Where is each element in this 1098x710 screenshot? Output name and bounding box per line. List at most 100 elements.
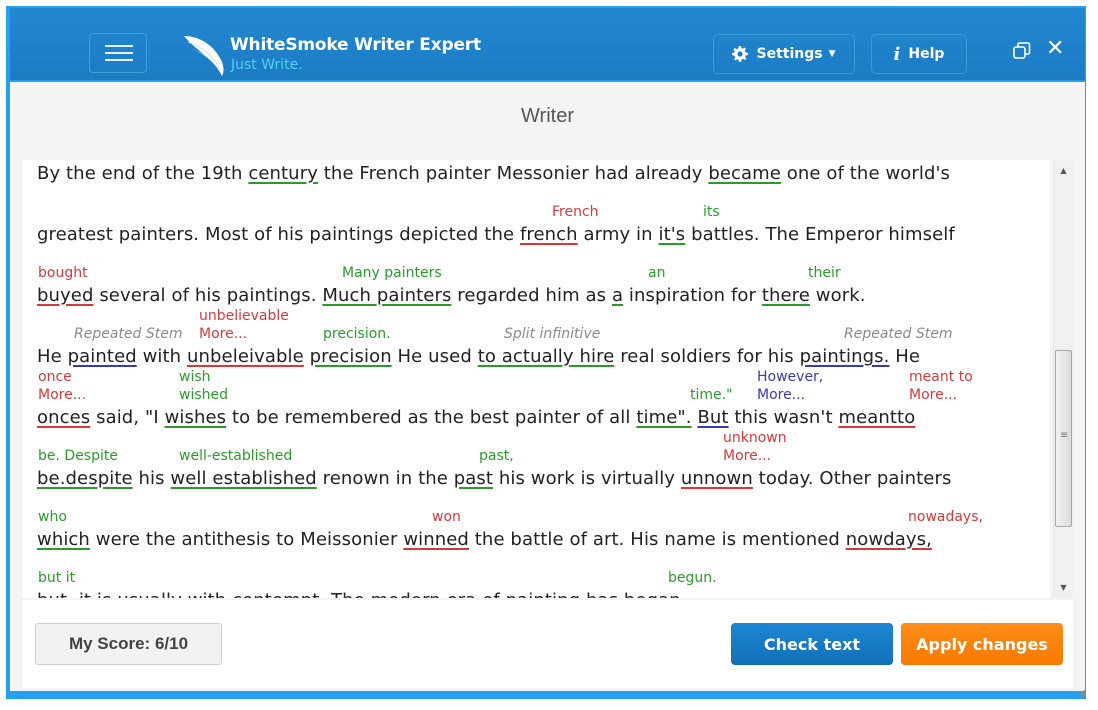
suggestion-link[interactable]: French [552,204,599,221]
flagged-word[interactable]: unbeleivable [187,346,304,367]
flagged-word[interactable]: century [248,163,318,184]
menu-button[interactable] [89,33,147,73]
help-label: Help [908,46,945,62]
text-editor[interactable]: By the end of the 19th century the Frenc… [22,160,1050,598]
suggestion-link[interactable]: precision. [323,326,391,343]
scroll-up-arrow-icon[interactable]: ▲ [1054,166,1073,175]
suggestion-link[interactable]: but it [38,570,75,587]
caret-down-icon: ▼ [828,49,836,59]
suggestion-link[interactable]: More... [723,448,771,465]
flagged-word[interactable]: paintings. [800,346,890,367]
suggestion-link[interactable]: their [808,265,841,282]
text-run: several of his paintings. [93,285,323,306]
flagged-word[interactable]: time". [636,407,691,428]
flagged-word[interactable]: meantto [838,407,915,428]
text-line[interactable]: He painted with unbeleivable precision H… [37,346,920,367]
flagged-word[interactable]: onces [37,407,90,428]
text-run: He [37,346,68,367]
text-run: real soldiers for his [614,346,800,367]
flagged-word[interactable]: But [697,407,728,428]
app-title: WhiteSmoke Writer Expert [230,35,481,55]
suggestion-link[interactable]: More... [757,387,805,404]
suggestion-link[interactable]: Many painters [342,265,442,282]
help-button[interactable]: i Help [871,34,967,74]
flagged-word[interactable]: past [454,468,493,489]
text-run: his [132,468,171,489]
suggestion-link[interactable]: wish [179,369,211,386]
suggestion-link[interactable]: an [648,265,665,282]
suggestion-link[interactable]: won [432,509,461,526]
my-score-button[interactable]: My Score: 6/10 [35,623,222,665]
feather-icon [184,36,224,76]
flagged-word[interactable]: well established [170,468,316,489]
text-run: work. [809,285,866,306]
hamburger-icon [105,52,133,54]
scroll-down-arrow-icon[interactable]: ▼ [1054,583,1073,592]
suggestion-link[interactable]: well-established [179,448,292,465]
text-run: renown in the [316,468,454,489]
flagged-word[interactable]: there [762,285,810,306]
flagged-word[interactable]: it's [658,224,685,245]
text-run: today. Other painters [752,468,952,489]
grip-icon: ≡ [1060,430,1069,441]
suggestion-link[interactable]: begun. [668,570,717,587]
flagged-word[interactable]: painted [68,346,137,367]
apply-changes-button[interactable]: Apply changes [901,623,1063,665]
suggestion-link[interactable]: time." [690,387,733,404]
flagged-word[interactable]: to actually hire [478,346,615,367]
vertical-scrollbar[interactable]: ▲ ≡ ▼ [1053,160,1073,598]
text-run: to be remembered as the best painter of … [226,407,637,428]
flagged-word[interactable]: unnown [681,468,753,489]
text-line[interactable]: By the end of the 19th century the Frenc… [37,163,950,184]
settings-label: Settings [756,46,823,62]
flagged-word[interactable]: french [520,224,578,245]
flagged-word[interactable]: a [612,285,623,306]
restore-window-icon[interactable] [1012,41,1032,61]
suggestion-link[interactable]: its [703,204,720,221]
suggestion-link[interactable]: be. Despite [38,448,118,465]
suggestion-link[interactable]: bought [38,265,88,282]
flagged-word[interactable]: buyed [37,285,94,306]
text-line[interactable]: which were the antithesis to Meissonier … [37,529,932,550]
suggestion-link[interactable]: More... [38,387,86,404]
suggestion-link[interactable]: once [38,369,72,386]
settings-button[interactable]: Settings ▼ [713,34,855,74]
suggestion-link[interactable]: unknown [723,430,787,447]
text-run: He [889,346,921,367]
suggestion-link[interactable]: past, [479,448,514,465]
text-run: were the antithesis to Meissonier [89,529,404,550]
text-line[interactable]: buyed several of his paintings. Much pai… [37,285,866,306]
scrollbar-thumb[interactable]: ≡ [1055,350,1072,527]
flagged-word[interactable]: winned [403,529,469,550]
suggestion-link[interactable]: meant to [909,369,973,386]
text-run: battles. The Emperor himself [685,224,955,245]
text-run: By the end of the 19th [37,163,249,184]
flagged-word[interactable]: became [708,163,781,184]
text-run: He used [391,346,478,367]
text-line[interactable]: but, it is usually with contempt. The mo… [37,590,681,598]
text-run: inspiration for [623,285,762,306]
text-run: the battle of art. His name is mentioned [468,529,846,550]
text-line[interactable]: onces said, "I wishes to be remembered a… [37,407,915,428]
flagged-word[interactable]: Much painters [322,285,451,306]
suggestion-link[interactable]: unbelievable [199,308,289,325]
suggestion-link[interactable]: More... [199,326,247,343]
suggestion-link[interactable]: More... [909,387,957,404]
flagged-word[interactable]: nowdays, [846,529,932,550]
flagged-word[interactable]: be.despite [37,468,133,489]
check-text-button[interactable]: Check text [731,623,893,665]
flagged-word[interactable]: precision [310,346,392,367]
close-icon[interactable]: ✕ [1046,38,1064,60]
suggestion-link[interactable]: nowadays, [908,509,983,526]
suggestion-link[interactable]: wished [179,387,228,404]
text-line[interactable]: greatest painters. Most of his paintings… [37,224,955,245]
flagged-word[interactable]: which [37,529,90,550]
suggestion-link[interactable]: However, [757,369,823,386]
resize-grip-icon[interactable]: ◢ [1078,688,1088,698]
writer-panel: Writer By the end of the 19th century th… [10,82,1085,691]
footer-bar: My Score: 6/10 Check text Apply changes [22,600,1073,688]
suggestion-link[interactable]: who [38,509,67,526]
flagged-word[interactable]: wishes [165,407,227,428]
text-run: this wasn't [728,407,839,428]
text-line[interactable]: be.despite his well established renown i… [37,468,951,489]
